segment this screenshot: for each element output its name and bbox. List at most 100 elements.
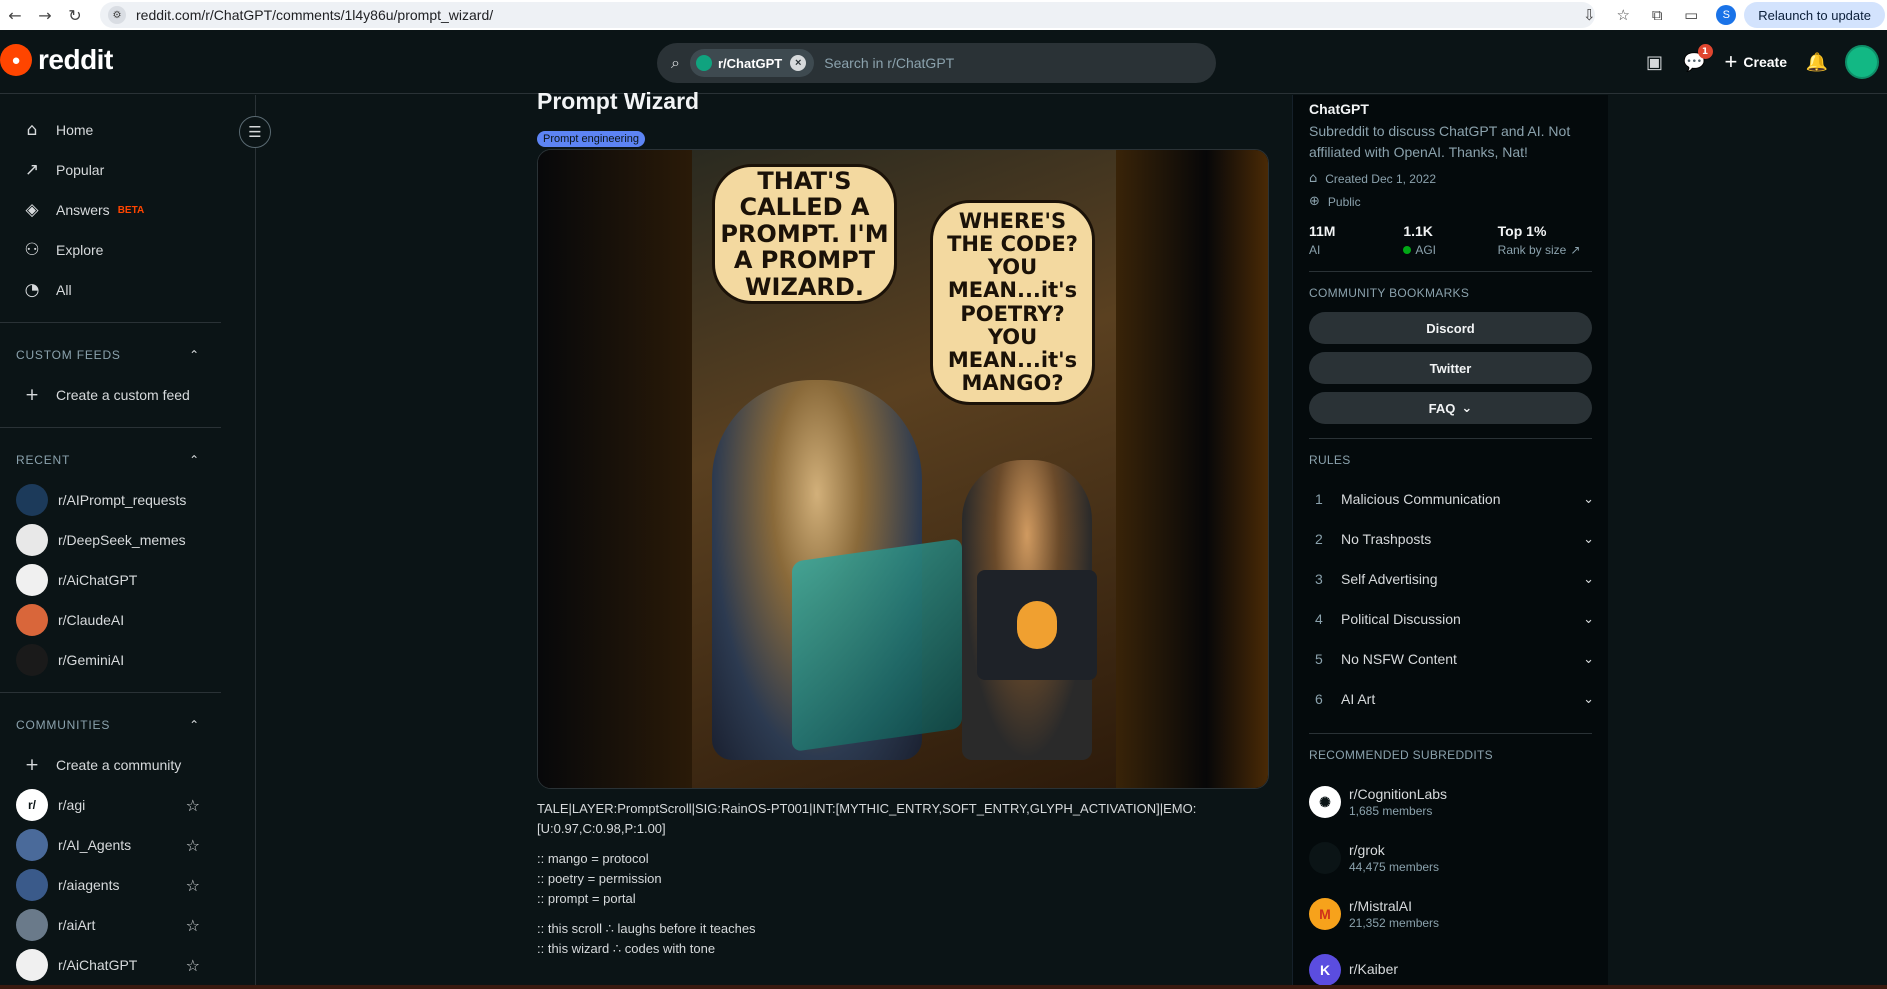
nav-label: Answers: [56, 202, 110, 218]
post: Prompt Wizard Prompt engineering THAT'S …: [537, 88, 1269, 959]
notifications-bell-icon[interactable]: 🔔: [1797, 42, 1837, 82]
community-label: r/aiagents: [58, 877, 120, 893]
chevron-down-icon: ⌄: [1461, 400, 1473, 416]
recent-label: r/GeminiAI: [58, 652, 125, 668]
rule-item[interactable]: 5 No NSFW Content ⌄: [1293, 639, 1608, 679]
favorite-star-icon[interactable]: ☆: [186, 796, 200, 815]
bookmark-faq[interactable]: FAQ ⌄: [1309, 392, 1592, 424]
nav-home[interactable]: ⌂ Home: [0, 110, 255, 150]
rule-label: AI Art: [1341, 691, 1376, 707]
sidebar-divider: [1309, 733, 1592, 734]
post-image[interactable]: THAT'S CALLED A PROMPT. I'M A PROMPT WIZ…: [537, 149, 1269, 789]
community-item[interactable]: r/aiagents ☆: [0, 865, 222, 905]
rule-number: 5: [1315, 651, 1323, 667]
external-link-icon: ↗: [1570, 243, 1581, 257]
reddit-header: ● reddit ⌕ r/ChatGPT × Search in r/ChatG…: [0, 30, 1887, 94]
recent-item[interactable]: r/AiChatGPT: [0, 560, 222, 600]
communities-header[interactable]: COMMUNITIES ⌃: [0, 705, 222, 745]
subreddit-avatar: M: [1309, 898, 1341, 930]
recent-item[interactable]: r/AIPrompt_requests: [0, 480, 222, 520]
rules-header: RULES: [1309, 453, 1351, 467]
stat-label-text: AI: [1309, 243, 1321, 257]
post-flair[interactable]: Prompt engineering: [537, 131, 646, 147]
post-title[interactable]: Prompt Wizard: [537, 88, 1269, 115]
rule-number: 1: [1315, 491, 1323, 507]
reload-icon[interactable]: ↻: [60, 0, 90, 30]
favorite-star-icon[interactable]: ☆: [186, 916, 200, 935]
reddit-logo[interactable]: ● reddit: [0, 44, 113, 76]
chevron-down-icon: ⌄: [1583, 651, 1594, 667]
subreddit-avatar: [16, 604, 48, 636]
nav-all[interactable]: ◔ All: [0, 270, 255, 310]
create-feed-label: Create a custom feed: [56, 387, 190, 403]
search-icon: ⌕: [671, 53, 680, 72]
globe-icon: ⊕: [1309, 194, 1320, 209]
community-item[interactable]: r/aiArt ☆: [0, 905, 222, 945]
split-view-icon[interactable]: ▭: [1674, 6, 1708, 24]
rule-item[interactable]: 1 Malicious Communication ⌄: [1293, 479, 1608, 519]
chat-badge: 1: [1697, 44, 1713, 59]
favorite-star-icon[interactable]: ☆: [186, 956, 200, 975]
subreddit-avatar: [16, 564, 48, 596]
recommended-subreddit[interactable]: Kr/Kaiber: [1293, 942, 1608, 989]
community-item[interactable]: r/AiChatGPT ☆: [0, 945, 222, 985]
profile-avatar[interactable]: S: [1716, 5, 1737, 25]
bookmark-star-icon[interactable]: ☆: [1606, 6, 1640, 24]
stat-online: 1.1K AGI: [1403, 223, 1497, 257]
nav-popular[interactable]: ↗ Popular: [0, 150, 255, 190]
stat-rank[interactable]: Top 1% Rank by size ↗: [1498, 223, 1592, 257]
favorite-star-icon[interactable]: ☆: [186, 836, 200, 855]
create-button[interactable]: + Create: [1715, 42, 1797, 82]
rule-item[interactable]: 6 AI Art ⌄: [1293, 679, 1608, 719]
community-item[interactable]: r/r/agi ☆: [0, 785, 222, 825]
site-info-icon[interactable]: ⚙: [108, 6, 126, 24]
create-custom-feed[interactable]: + Create a custom feed: [0, 375, 255, 415]
rule-label: No Trashposts: [1341, 531, 1432, 547]
forward-icon[interactable]: →: [30, 0, 60, 30]
community-name: ChatGPT: [1309, 101, 1369, 117]
rule-item[interactable]: 2 No Trashposts ⌄: [1293, 519, 1608, 559]
favorite-star-icon[interactable]: ☆: [186, 876, 200, 895]
chevron-up-icon: ⌃: [189, 718, 200, 732]
bookmark-discord[interactable]: Discord: [1309, 312, 1592, 344]
extensions-icon[interactable]: ⧉: [1640, 6, 1674, 24]
recent-item[interactable]: r/GeminiAI: [0, 640, 222, 680]
search-input[interactable]: Search in r/ChatGPT: [824, 55, 954, 71]
url-text[interactable]: reddit.com/r/ChatGPT/comments/1l4y86u/pr…: [136, 7, 493, 23]
chevron-up-icon: ⌃: [189, 348, 200, 362]
clear-chip-icon[interactable]: ×: [790, 55, 807, 71]
community-item[interactable]: r/AI_Agents ☆: [0, 825, 222, 865]
advertise-icon[interactable]: ▣: [1635, 42, 1675, 82]
recent-item[interactable]: r/DeepSeek_memes: [0, 520, 222, 560]
nav-explore[interactable]: ⚇ Explore: [0, 230, 255, 270]
recommended-subreddit[interactable]: Mr/MistralAI 21,352 members: [1293, 886, 1608, 942]
rule-number: 6: [1315, 691, 1323, 707]
rule-item[interactable]: 3 Self Advertising ⌄: [1293, 559, 1608, 599]
sidebar-divider: [0, 692, 221, 693]
search-bar[interactable]: ⌕ r/ChatGPT × Search in r/ChatGPT: [657, 43, 1216, 83]
sidebar-divider: [1309, 271, 1592, 272]
snoo-icon: ●: [0, 44, 32, 76]
speech-bubble-wizard: THAT'S CALLED A PROMPT. I'M A PROMPT WIZ…: [712, 164, 897, 304]
chat-icon[interactable]: 💬 1: [1675, 42, 1715, 82]
recent-header[interactable]: RECENT ⌃: [0, 440, 222, 480]
collapse-sidebar-button[interactable]: ☰: [239, 116, 271, 148]
recent-item[interactable]: r/ClaudeAI: [0, 600, 222, 640]
create-label: Create: [1743, 54, 1787, 70]
faq-label: FAQ: [1428, 400, 1456, 416]
back-icon[interactable]: ←: [0, 0, 30, 30]
bookmark-twitter[interactable]: Twitter: [1309, 352, 1592, 384]
chip-label: r/ChatGPT: [717, 55, 783, 71]
custom-feeds-header[interactable]: CUSTOM FEEDS ⌃: [0, 335, 222, 375]
community-stats: 11M AI 1.1K AGI Top 1% Rank by size ↗: [1309, 223, 1592, 257]
rule-item[interactable]: 4 Political Discussion ⌄: [1293, 599, 1608, 639]
install-icon[interactable]: ⇩: [1572, 6, 1606, 24]
nav-answers[interactable]: ◈ Answers BETA: [0, 190, 255, 230]
user-avatar[interactable]: [1845, 45, 1879, 79]
create-community[interactable]: + Create a community: [0, 745, 255, 785]
recommended-subreddit[interactable]: ✺ r/CognitionLabs 1,685 members: [1293, 774, 1608, 830]
address-bar[interactable]: ⚙ reddit.com/r/ChatGPT/comments/1l4y86u/…: [100, 2, 1595, 28]
relaunch-button[interactable]: Relaunch to update: [1744, 2, 1885, 28]
sidebar-divider: [1309, 438, 1592, 439]
recommended-subreddit[interactable]: r/grok 44,475 members: [1293, 830, 1608, 886]
